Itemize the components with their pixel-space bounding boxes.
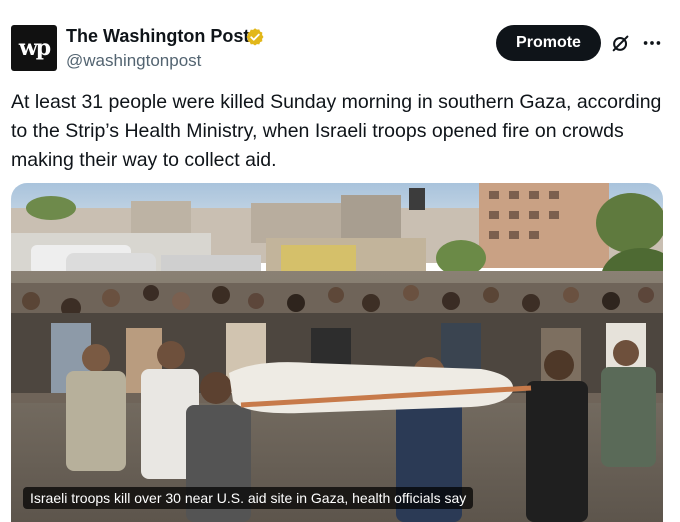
avatar[interactable]: wp bbox=[11, 25, 57, 71]
tweet-text: At least 31 people were killed Sunday mo… bbox=[11, 91, 662, 171]
tweet-photo[interactable] bbox=[11, 183, 663, 522]
verified-badge-icon bbox=[246, 28, 264, 46]
avatar-logo-text: wp bbox=[18, 35, 51, 61]
media-caption: Israeli troops kill over 30 near U.S. ai… bbox=[23, 487, 474, 509]
photo-scene bbox=[11, 183, 663, 522]
grok-icon[interactable] bbox=[610, 32, 632, 54]
account-handle[interactable]: @washingtonpost bbox=[66, 51, 201, 71]
display-name[interactable]: The Washington Post bbox=[66, 26, 249, 47]
more-icon[interactable] bbox=[641, 32, 663, 54]
promote-button[interactable]: Promote bbox=[496, 25, 601, 61]
